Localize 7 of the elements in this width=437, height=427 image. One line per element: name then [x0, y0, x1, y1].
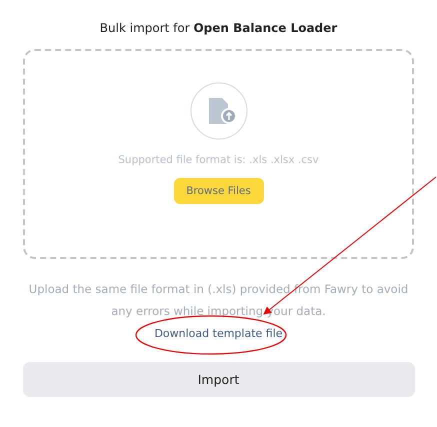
dialog-title: Bulk import for Open Balance Loader	[100, 20, 338, 37]
file-drop-zone[interactable]: Supported file format is: .xls .xlsx .csv Browse Files	[23, 49, 414, 259]
download-template-link[interactable]: Download template file	[154, 326, 283, 342]
supported-formats-text: Supported file format is: .xls .xlsx .csv	[118, 154, 319, 166]
browse-files-button[interactable]: Browse Files	[174, 178, 264, 204]
import-button[interactable]: Import	[22, 362, 414, 397]
file-upload-icon	[190, 82, 248, 140]
